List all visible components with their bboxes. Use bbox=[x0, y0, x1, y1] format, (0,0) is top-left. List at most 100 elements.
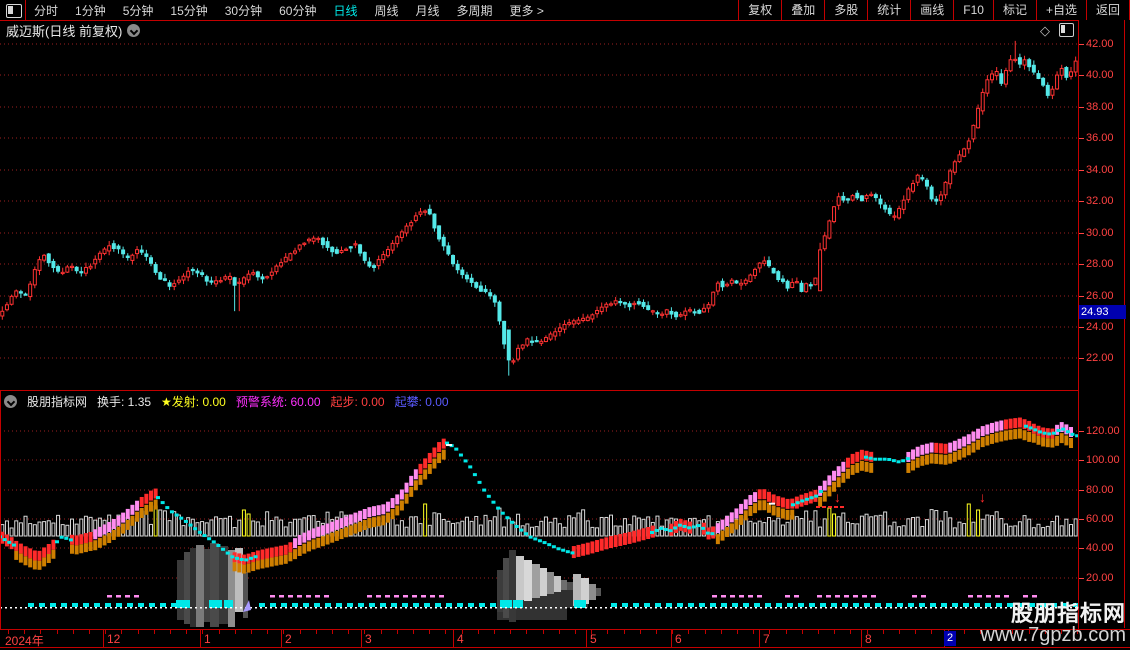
toolbar-period-周线[interactable]: 周线 bbox=[374, 2, 398, 19]
time-axis[interactable]: 2024年 12 1 2 3 4 5 6 7 8 2 bbox=[0, 629, 1130, 648]
toolbar-tool-标记[interactable]: 标记 bbox=[992, 0, 1036, 20]
month-label: 2 bbox=[285, 632, 292, 646]
indicator-field-换手: 换手: 1.35 bbox=[97, 394, 152, 409]
main-candlestick-chart[interactable] bbox=[0, 20, 1078, 390]
time-axis-tick bbox=[72, 630, 74, 634]
toolbar-period-1分钟[interactable]: 1分钟 bbox=[75, 2, 106, 19]
axis-label: 120.00 bbox=[1086, 425, 1120, 437]
toolbar-period-30分钟[interactable]: 30分钟 bbox=[225, 2, 262, 19]
axis-tick bbox=[1079, 233, 1084, 234]
time-axis-tick bbox=[639, 630, 641, 634]
toolbar-period-更多 >[interactable]: 更多 > bbox=[510, 2, 544, 19]
time-axis-tick bbox=[234, 630, 236, 634]
indicator-source: 股朋指标网 bbox=[27, 394, 88, 409]
time-axis-tick bbox=[915, 630, 917, 634]
axis-tick bbox=[1079, 490, 1084, 491]
time-axis-tick bbox=[785, 630, 787, 634]
watermark: 股朋指标网 www.7gpzb.com bbox=[980, 602, 1126, 646]
toolbar-tool-F10[interactable]: F10 bbox=[953, 0, 993, 20]
time-axis-tick bbox=[542, 630, 544, 634]
time-axis-tick bbox=[267, 630, 269, 634]
cyan-dotted-line bbox=[0, 424, 1078, 562]
axis-label: 22.00 bbox=[1086, 352, 1114, 364]
candles-layer bbox=[0, 40, 1078, 376]
toolbar-tool-统计[interactable]: 统计 bbox=[867, 0, 910, 20]
time-axis-tick bbox=[186, 630, 188, 634]
indicator-chart[interactable]: ↓ ↓ bbox=[0, 390, 1078, 628]
time-axis-tick bbox=[413, 630, 414, 634]
chevron-down-icon[interactable] bbox=[4, 394, 17, 408]
time-axis-tick bbox=[704, 630, 706, 634]
time-axis-tick bbox=[315, 630, 317, 634]
toolbar-period-月线[interactable]: 月线 bbox=[416, 2, 440, 19]
selected-date-box: 2 bbox=[944, 631, 957, 646]
month-separator bbox=[671, 630, 672, 648]
toolbar-tool-复权[interactable]: 复权 bbox=[738, 0, 781, 20]
month-label: 2024年 bbox=[5, 634, 44, 648]
axis-tick bbox=[1079, 327, 1084, 328]
month-label: 1 bbox=[204, 632, 211, 646]
time-axis-tick bbox=[348, 630, 350, 634]
last-price-tag: 24.93 bbox=[1079, 305, 1126, 319]
indicator-values: 换手: 1.35 ★发射: 0.00 预警系统: 60.00 起步: 0.00 起攀: … bbox=[97, 393, 449, 410]
axis-label: 42.00 bbox=[1086, 38, 1114, 50]
watermark-url: www.7gpzb.com bbox=[980, 624, 1126, 646]
time-axis-tick bbox=[299, 630, 301, 634]
toolbar-tool-多股[interactable]: 多股 bbox=[824, 0, 867, 20]
time-axis-tick bbox=[445, 630, 447, 634]
time-axis-tick bbox=[494, 630, 495, 634]
axis-tick bbox=[1079, 264, 1084, 265]
axis-label: 38.00 bbox=[1086, 101, 1114, 113]
time-axis-tick bbox=[429, 630, 431, 634]
price-axis[interactable]: 24.93 42.00 40.00 38.00 36.00 34.00 32.00 30.0… bbox=[1079, 20, 1130, 628]
time-axis-tick bbox=[931, 630, 933, 634]
time-axis-tick bbox=[89, 630, 90, 634]
toolbar-tool-叠加[interactable]: 叠加 bbox=[781, 0, 824, 20]
axis-tick bbox=[1079, 201, 1084, 202]
main-gridlines bbox=[0, 43, 1078, 359]
axis-tick bbox=[1079, 296, 1084, 297]
time-axis-tick bbox=[850, 630, 852, 634]
time-axis-tick bbox=[526, 630, 528, 634]
turnover-histogram bbox=[0, 503, 1078, 537]
signal-band bbox=[0, 417, 1074, 574]
month-separator bbox=[361, 630, 362, 648]
toolbar-period-15分钟[interactable]: 15分钟 bbox=[170, 2, 207, 19]
month-separator bbox=[281, 630, 282, 648]
time-axis-tick bbox=[623, 630, 625, 634]
time-axis-tick bbox=[607, 630, 609, 634]
time-axis-tick bbox=[137, 630, 139, 634]
axis-label: 40.00 bbox=[1086, 542, 1114, 554]
indicator-field-预警系统: 预警系统: 60.00 bbox=[235, 394, 321, 409]
month-label: 3 bbox=[365, 632, 372, 646]
axis-label: 100.00 bbox=[1086, 454, 1120, 466]
axis-tick bbox=[1079, 170, 1084, 171]
month-label: 4 bbox=[457, 632, 464, 646]
toolbar-period-日线[interactable]: 日线 bbox=[333, 2, 357, 19]
axis-tick bbox=[1079, 578, 1084, 579]
layout-icon[interactable] bbox=[6, 4, 22, 18]
toolbar-period-多周期[interactable]: 多周期 bbox=[457, 2, 493, 19]
top-toolbar: 分时 1分钟 5分钟 15分钟 30分钟 60分钟 日线 周线 月线 多周期 更多 > 复权 叠加 多股… bbox=[0, 0, 1130, 21]
time-axis-tick bbox=[834, 630, 836, 634]
panel-divider[interactable] bbox=[0, 390, 1130, 391]
toolbar-tool-+自选[interactable]: +自选 bbox=[1035, 0, 1086, 20]
axis-label: 24.00 bbox=[1086, 321, 1114, 333]
toolbar-period-5分钟[interactable]: 5分钟 bbox=[123, 2, 154, 19]
time-axis-tick bbox=[672, 630, 674, 634]
time-axis-tick bbox=[251, 630, 252, 634]
time-axis-tick bbox=[558, 630, 560, 634]
time-axis-tick bbox=[396, 630, 398, 634]
time-axis-tick bbox=[218, 630, 220, 634]
toolbar-tool-画线[interactable]: 画线 bbox=[910, 0, 953, 20]
toolbar-period-分时[interactable]: 分时 bbox=[34, 2, 58, 19]
time-axis-tick bbox=[818, 630, 819, 634]
period-menu: 分时 1分钟 5分钟 15分钟 30分钟 60分钟 日线 周线 月线 多周期 更多 > bbox=[34, 2, 544, 19]
month-separator bbox=[453, 630, 454, 648]
toolbar-tool-返回[interactable]: 返回 bbox=[1085, 0, 1130, 20]
month-label: 5 bbox=[590, 632, 597, 646]
toolbar-period-60分钟[interactable]: 60分钟 bbox=[279, 2, 316, 19]
axis-label: 36.00 bbox=[1086, 132, 1114, 144]
time-axis-tick bbox=[170, 630, 171, 634]
axis-label: 26.00 bbox=[1086, 290, 1114, 302]
